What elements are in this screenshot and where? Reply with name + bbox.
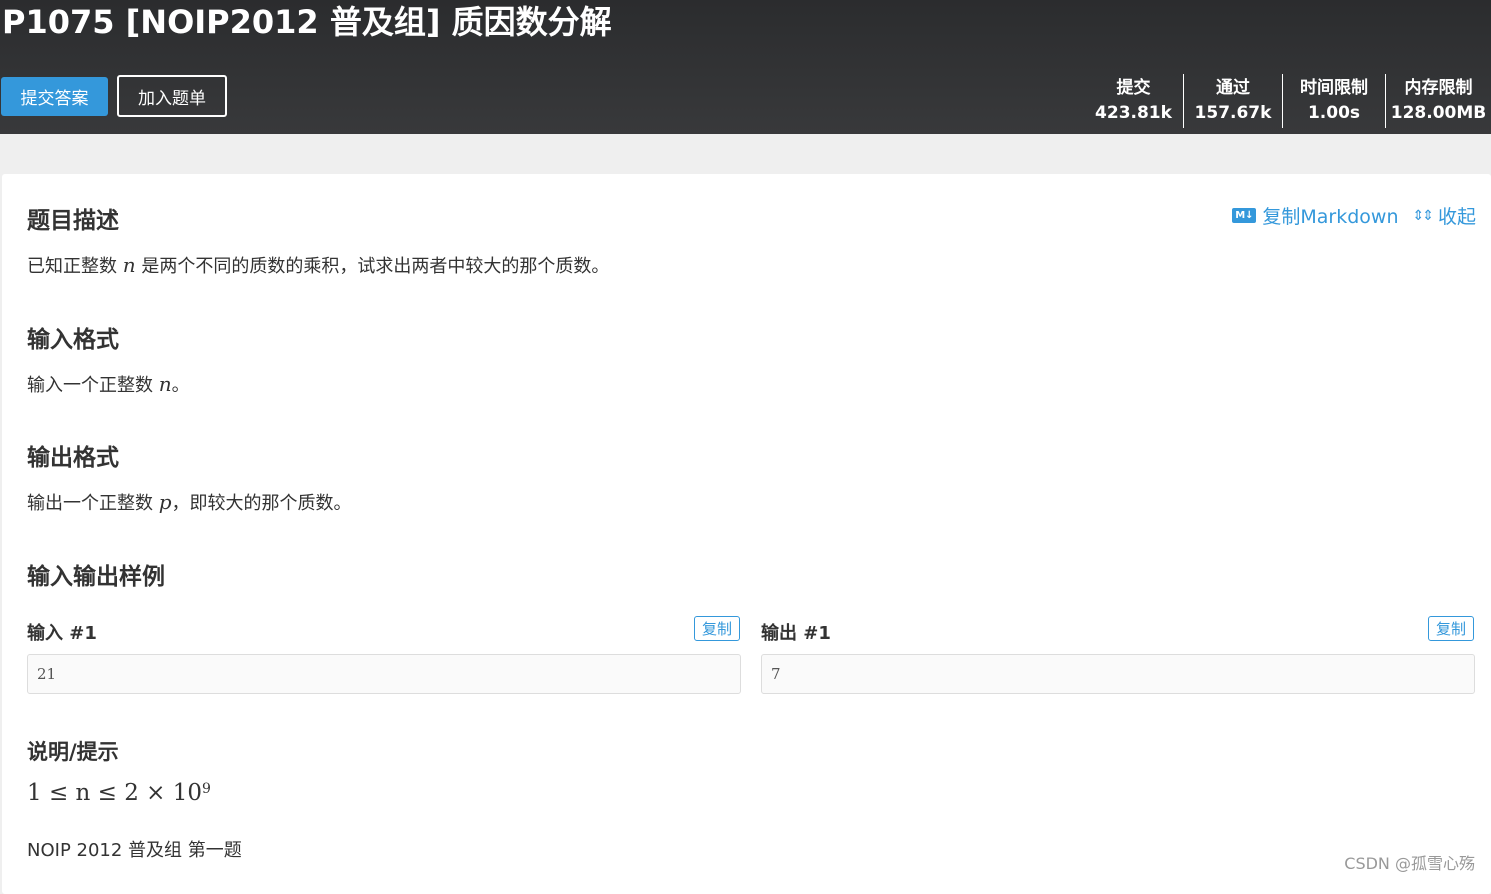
stat-submissions: 提交 423.81k [1095,78,1172,123]
description-heading: 题目描述 [27,208,119,234]
problem-header: P1075 [NOIP2012 普及组] 质因数分解 提交答案 加入题单 提交 … [0,0,1491,134]
input-format-text: 输入一个正整数 n。 [27,372,190,396]
copy-output-button[interactable]: 复制 [1428,616,1474,641]
copy-input-button[interactable]: 复制 [694,616,740,641]
samples-heading: 输入输出样例 [27,564,165,590]
stat-memory-limit: 内存限制 128.00MB [1385,74,1491,128]
sample-output-box[interactable]: 7 [761,654,1475,694]
markdown-icon: M↓ [1232,208,1257,223]
sample-input-box[interactable]: 21 [27,654,741,694]
stat-accepted: 通过 157.67k [1183,74,1282,128]
hint-source: NOIP 2012 普及组 第一题 [27,840,242,861]
hint-constraint: 1 ≤ n ≤ 2 × 109 [27,780,211,806]
copy-markdown-link[interactable]: 复制Markdown [1262,202,1398,229]
collapse-link[interactable]: 收起 [1438,202,1476,229]
problem-card: M↓ 复制Markdown ⇕⇕ 收起 题目描述 已知正整数 n 是两个不同的质… [2,174,1491,894]
submit-answer-button[interactable]: 提交答案 [1,77,108,116]
output-format-text: 输出一个正整数 p，即较大的那个质数。 [27,490,352,514]
hint-heading: 说明/提示 [27,740,119,764]
problem-title: P1075 [NOIP2012 普及组] 质因数分解 [2,3,612,41]
sample-input-label: 输入 #1 [27,623,97,644]
add-to-list-button[interactable]: 加入题单 [117,75,227,117]
input-format-heading: 输入格式 [27,327,119,353]
problem-stats: 提交 423.81k 通过 157.67k 时间限制 1.00s 内存限制 12… [1084,74,1491,128]
output-format-heading: 输出格式 [27,445,119,471]
sample-output-label: 输出 #1 [761,623,831,644]
csdn-watermark: CSDN @孤雪心殇 [1344,854,1475,873]
collapse-icon: ⇕⇕ [1412,207,1435,224]
card-actions: M↓ 复制Markdown ⇕⇕ 收起 [1232,202,1476,229]
description-text: 已知正整数 n 是两个不同的质数的乘积，试求出两者中较大的那个质数。 [27,253,610,277]
stat-time-limit: 时间限制 1.00s [1282,74,1385,128]
